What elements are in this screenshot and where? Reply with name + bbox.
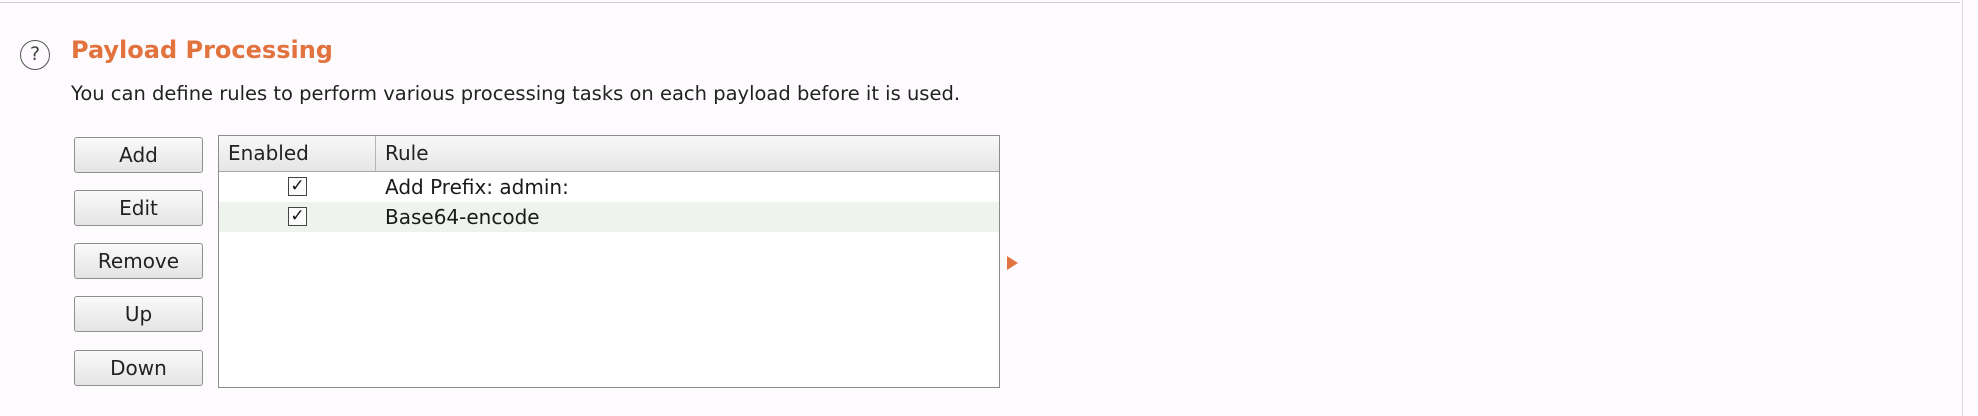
enabled-checkbox[interactable]: ✓ — [288, 207, 307, 226]
column-header-enabled[interactable]: Enabled — [219, 136, 376, 171]
table-row[interactable]: ✓ Base64-encode — [219, 202, 999, 232]
remove-button[interactable]: Remove — [74, 243, 203, 279]
enabled-checkbox[interactable]: ✓ — [288, 177, 307, 196]
top-divider — [0, 2, 1960, 3]
section-title: Payload Processing — [71, 36, 333, 64]
help-icon[interactable]: ? — [20, 40, 50, 70]
edit-button[interactable]: Edit — [74, 190, 203, 226]
rule-cell: Base64-encode — [385, 205, 540, 229]
processing-rules-table[interactable]: Enabled Rule ✓ Add Prefix: admin: ✓ Base… — [218, 135, 1000, 388]
expand-arrow-icon[interactable] — [1007, 256, 1018, 270]
section-description: You can define rules to perform various … — [71, 82, 961, 105]
down-button[interactable]: Down — [74, 350, 203, 386]
right-scrollbar-edge — [1962, 0, 1963, 416]
table-row[interactable]: ✓ Add Prefix: admin: — [219, 172, 999, 202]
add-button[interactable]: Add — [74, 137, 203, 173]
rule-cell: Add Prefix: admin: — [385, 175, 569, 199]
table-header: Enabled Rule — [219, 136, 999, 172]
up-button[interactable]: Up — [74, 296, 203, 332]
column-header-rule[interactable]: Rule — [376, 136, 999, 171]
